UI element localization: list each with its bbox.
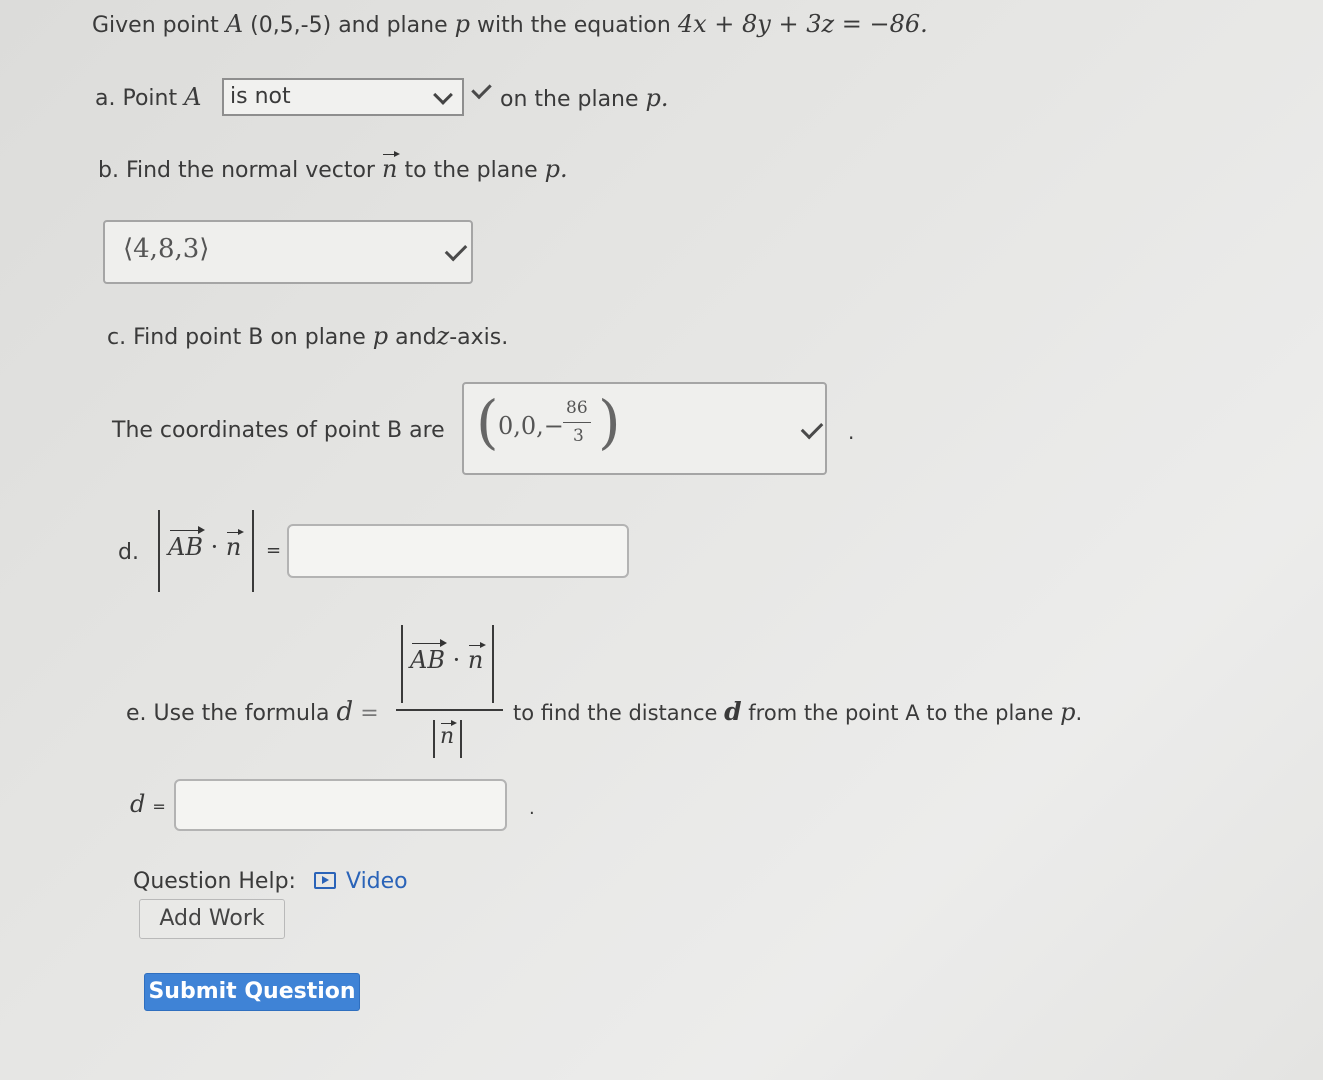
ab-dot-n-expression: AB · n	[168, 526, 245, 561]
correct-check-icon	[471, 78, 492, 100]
header-eq-intro: with the equation	[477, 13, 671, 38]
part-d-label: d.	[118, 540, 139, 565]
part-c-post: -axis.	[449, 325, 509, 350]
part-b-prompt: b. Find the normal vector n to the plane…	[98, 151, 568, 183]
point-on-plane-select[interactable]: is not	[222, 78, 464, 116]
part-e-suffix-post: from the point A to the plane	[748, 701, 1054, 725]
formula-vector-n: n	[467, 642, 487, 674]
video-link[interactable]: Video	[314, 867, 414, 897]
normal-vector-answer-box[interactable]: ⟨4,8,3⟩	[103, 220, 473, 284]
formula-abs-left	[401, 625, 403, 703]
norm-bar-right	[460, 720, 462, 758]
question-header: Given point A (0,5,-5) and plane p with …	[92, 10, 928, 38]
part-c-mid: and	[395, 325, 437, 350]
point-a-symbol: A	[225, 10, 244, 38]
header-mid: and plane	[338, 13, 448, 38]
part-e-prefix-text: e. Use the formula	[126, 701, 330, 726]
point-b-prefix: 0,0,−	[498, 412, 564, 440]
fraction-bar	[563, 422, 591, 423]
part-c-pre: c. Find point B on plane	[107, 325, 366, 350]
normal-vector-answer: ⟨4,8,3⟩	[123, 234, 210, 264]
part-a-suffix-text: on the plane	[500, 87, 639, 112]
correct-check-icon	[800, 416, 824, 440]
header-lead: Given point	[92, 13, 219, 38]
point-b-denominator: 3	[573, 426, 584, 446]
point-a-coords: (0,5,-5)	[250, 13, 332, 38]
add-work-label: Add Work	[159, 906, 265, 931]
formula-dot: ·	[452, 646, 461, 674]
formula-numerator: AB · n	[410, 639, 487, 674]
part-b-pre: b. Find the normal vector	[98, 158, 375, 183]
video-play-icon	[314, 872, 336, 889]
vector-n: n	[225, 529, 245, 561]
right-paren: )	[598, 388, 621, 456]
question-help-label: Question Help:	[133, 869, 296, 894]
part-c-axis: z	[436, 322, 450, 350]
part-e-plane: p	[1060, 698, 1076, 726]
part-c-period: .	[848, 420, 855, 444]
part-e-suffix: to find the distance d from the point A …	[513, 697, 1082, 726]
part-a-prefix: a. Point A	[95, 83, 201, 111]
abs-bar-right	[252, 510, 254, 592]
part-a-plane: p.	[645, 84, 669, 112]
norm-bar-left	[433, 720, 435, 758]
distance-equals: =	[152, 797, 166, 816]
distance-period: .	[529, 798, 535, 819]
add-work-button[interactable]: Add Work	[139, 899, 285, 939]
part-c-plane: p	[372, 322, 389, 350]
correct-check-icon	[444, 238, 468, 262]
formula-d: d	[336, 697, 354, 727]
part-d-equals: =	[266, 540, 282, 561]
submit-question-label: Submit Question	[148, 979, 356, 1004]
part-b-post: to the plane	[404, 158, 538, 183]
formula-den-n: n	[440, 720, 458, 749]
distance-var: d	[130, 790, 146, 818]
plane-symbol: p	[454, 10, 470, 38]
part-c-prompt: c. Find point B on plane p andz-axis.	[107, 322, 508, 350]
distance-label: d =	[130, 790, 166, 818]
normal-vector-symbol: n	[381, 151, 402, 183]
point-b-answer-box[interactable]: ( 0,0,− 86 3 )	[462, 382, 827, 475]
part-e-prefix: e. Use the formula d =	[126, 697, 379, 727]
part-a-label: a. Point	[95, 86, 178, 111]
left-paren: (	[476, 388, 499, 456]
part-a-suffix: on the plane p.	[500, 84, 669, 112]
submit-question-button[interactable]: Submit Question	[144, 973, 360, 1011]
formula-denominator: n	[440, 720, 458, 749]
part-e-suffix-pre: to find the distance	[513, 701, 718, 725]
formula-fraction-bar	[396, 709, 503, 711]
part-e-period: .	[1075, 701, 1083, 725]
video-link-label: Video	[346, 869, 408, 894]
vector-ab: AB	[168, 526, 205, 561]
plane-equation: 4x + 8y + 3z = −86.	[677, 10, 928, 38]
part-e-d: d	[724, 697, 742, 726]
chevron-down-icon	[433, 85, 453, 105]
ab-dot-n-input[interactable]	[287, 524, 629, 578]
formula-vector-ab: AB	[410, 639, 447, 674]
formula-equals: =	[360, 701, 379, 726]
coords-label: The coordinates of point B are	[112, 418, 445, 443]
part-a-point: A	[184, 83, 202, 111]
part-b-plane: p.	[544, 155, 568, 183]
distance-input[interactable]	[174, 779, 507, 831]
formula-abs-right	[492, 625, 494, 703]
select-value: is not	[230, 84, 291, 109]
point-b-numerator: 86	[566, 398, 588, 418]
abs-bar-left	[158, 510, 160, 592]
dot-operator: ·	[210, 533, 219, 561]
